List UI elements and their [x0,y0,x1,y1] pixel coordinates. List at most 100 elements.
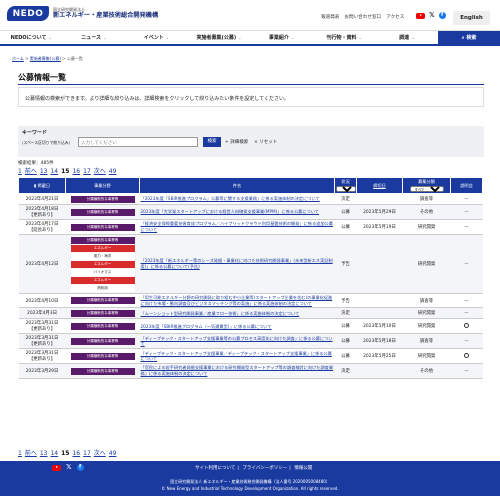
category-badge: バイオマス [70,268,135,276]
chevron-down-icon: ⌄ [290,35,295,40]
page-last[interactable]: 49 [109,450,117,457]
page-first[interactable]: 1 [18,450,22,457]
youtube-icon[interactable] [416,12,425,19]
cell-category: 分類横断的な事業等 [65,307,140,320]
site-policy-link[interactable]: サイト利用について [195,466,235,471]
x-icon[interactable]: 𝕏 [66,464,72,471]
title-link[interactable]: 「用生可能エネルギー分野の研究開発に取り組む中小企業等(スタートアップ企業を含む… [141,295,333,306]
page-next[interactable]: 次へ [94,448,106,457]
nav-projects[interactable]: 事業紹介 ⌄ [250,31,313,44]
cell-deadline: 2023年5月25日 [356,348,403,365]
footer-address: 国立研究開発法人 新エネルギー・産業技術総合開発機構（法人番号 20200050… [170,479,330,484]
title-link[interactable]: 2023年度「SBIR推進プログラム（一気通貫型）」に係る公募について [141,324,272,329]
cell-date: 2023年3月31日 【更新あり】 [18,333,66,350]
facebook-icon[interactable]: f [438,12,446,19]
nav-about[interactable]: NEDOについて ⌄ [0,31,63,44]
nedo-logo-mark: NEDO [7,6,49,21]
category-badge: エネルギー [70,244,135,252]
cell-deadline: 2023年5月29日 [356,204,403,220]
title-link[interactable]: 「経済安全保障重要技術育成プログラム／ハイブリッドクラウド利用基盤技術の開発」に… [141,221,333,232]
page-link[interactable]: 16 [72,450,80,457]
cell-briefing: ー [450,293,483,309]
category-badge: 分類横断的な事業等 [70,195,135,203]
cell-status: 公募 [334,348,357,365]
table-header: ▮ 掲載日 事業分野 件名 状況 すべて 締切日 募集分類 すべて 説明会 [18,177,483,194]
nav-search-button[interactable]: ⌕ 検索 [438,31,500,44]
page-title: 公募情報一覧 [18,73,66,82]
disclosure-link[interactable]: 情報公開 [294,466,312,471]
title-link[interactable]: 「官民による若手研究者発掘支援事業における研究開発型スタートアップ等の調査検討に… [141,365,334,376]
cell-status: 公募 [334,204,357,220]
cell-category: 分類横断的な事業等 [65,204,140,220]
header-links: 報道発表 お問い合わせ窓口 アクセス [321,14,404,20]
chevron-down-icon: ⌄ [411,35,415,40]
page-link[interactable]: 14 [50,168,58,175]
page-link[interactable]: 17 [83,450,91,457]
header-date[interactable]: ▮ 掲載日 [18,177,66,194]
cell-title: 「ディープテック・スタートアップ支援事業等の公募プロセス高度化に向けた調査」に係… [139,333,335,350]
breadcrumb-koubo[interactable]: 実施者募集(公募) [30,56,61,61]
nav-procurement[interactable]: 調達 ⌄ [375,31,438,44]
contact-link[interactable]: お問い合わせ窓口 [344,14,381,20]
cell-category: 分類横断的な事業等 [65,348,140,365]
cell-briefing: ー [450,204,483,220]
page-first[interactable]: 1 [18,168,22,175]
table-row: 2023年4月17日 【延長あり】 分類横断的な事業等 「経済安全保障重要技術育成プロ… [18,219,483,235]
privacy-link[interactable]: プライバシーポリシー [242,466,287,471]
chevron-down-icon: ⌄ [238,35,242,40]
header-type: 募集分類 すべて [402,177,451,194]
cell-date: 2023年3月31日 【更新あり】 [18,318,66,335]
page-link[interactable]: 13 [40,168,48,175]
title-link[interactable]: 「2023年度「新エネルギー等のシーズ発掘・事業化に向けた技術研究開発事業」(未… [141,258,333,269]
category-badge: 分類横断的な事業等 [70,352,135,360]
cell-status: 公募 [334,318,357,335]
title-link[interactable]: 「ムーンショット型研究開発事業／産業フロー技術」に係る実施体制の決定について [141,311,300,316]
search-button[interactable]: 検索 [203,137,221,147]
cell-title: 「2023年度「新エネルギー等のシーズ発掘・事業化に向けた技術研究開発事業」(未… [139,234,335,294]
x-icon[interactable]: 𝕏 [429,12,435,19]
header-deadline[interactable]: 締切日 [356,177,403,194]
english-button[interactable]: English [453,11,490,25]
cell-type: 研究開発 [402,348,451,365]
page-link[interactable]: 17 [83,168,91,175]
table-row: 2023年4月12日 分類横断的な事業等 エネルギー 風力・海洋 エネルギー バイオマスエ… [18,234,483,294]
press-link[interactable]: 報道発表 [321,14,339,20]
keyword-input[interactable]: 入力してください [78,137,198,147]
page-link[interactable]: 16 [72,168,80,175]
page-last[interactable]: 49 [109,168,117,175]
logo[interactable]: NEDO 国立研究開発法人 新エネルギー・産業技術総合開発機構 [7,6,158,21]
nav-koubo[interactable]: 実施者募集(公募) ⌄ [188,31,251,44]
cell-status: 公募 [334,333,357,350]
cell-date: 2023年3月31日 【更新あり】 [18,348,66,365]
site-header: NEDO 国立研究開発法人 新エネルギー・産業技術総合開発機構 報道発表 お問い… [0,0,500,30]
detail-search-toggle[interactable]: + 詳細検索 [225,139,248,145]
cell-type: その他 [402,363,451,379]
page-prev[interactable]: 前へ [25,448,37,457]
briefing-value: ー [464,197,469,202]
intro-text: 公募情報の検索ができます。より詳細な絞り込みは、詳細検索をクリックして絞り込みた… [18,87,484,107]
reset-button[interactable]: × リセット [254,139,277,145]
status-filter[interactable]: すべて [336,186,356,192]
table-row: 2023年3月29日 分類横断的な事業等 「官民による若手研究者発掘支援事業における… [18,363,483,379]
table-body: 2023年4月21日 分類横断的な事業等 「2023年度「SBIR推進プログラム」公… [18,193,483,379]
facebook-icon[interactable]: f [76,464,84,471]
page-link[interactable]: 13 [40,450,48,457]
cell-type: 研究開発 [402,219,451,235]
title-link[interactable]: 2023年度「大学発スタートアップにおける経営人材確保支援事業(MPM)」に係る… [141,209,320,214]
title-link[interactable]: 「ディープテック・スタートアップ支援事業／ディープテック・スタートアップ支援事業… [141,351,332,362]
cell-briefing: ー [450,219,483,235]
global-nav: NEDOについて ⌄ ニュース ⌄ イベント ⌄ 実施者募集(公募) ⌄ 事業紹介 ⌄ 刊… [0,30,500,46]
nav-publications[interactable]: 刊行物・資料 ⌄ [313,31,376,44]
page-link[interactable]: 14 [50,450,58,457]
breadcrumb-home[interactable]: ホーム [12,56,24,61]
title-link[interactable]: 「2023年度「SBIR推進プログラム」公募等に関する支援業務」に係る実施体制の… [141,196,320,201]
nav-events[interactable]: イベント ⌄ [125,31,188,44]
page-next[interactable]: 次へ [94,166,106,175]
title-link[interactable]: 「ディープテック・スタートアップ支援事業等の公募プロセス高度化に向けた調査」に係… [141,336,333,347]
access-link[interactable]: アクセス [386,14,404,20]
type-filter[interactable]: すべて [409,186,444,192]
page-prev[interactable]: 前へ [25,166,37,175]
youtube-icon[interactable] [52,464,61,471]
nav-news[interactable]: ニュース ⌄ [63,31,126,44]
briefing-value: ー [464,262,469,267]
